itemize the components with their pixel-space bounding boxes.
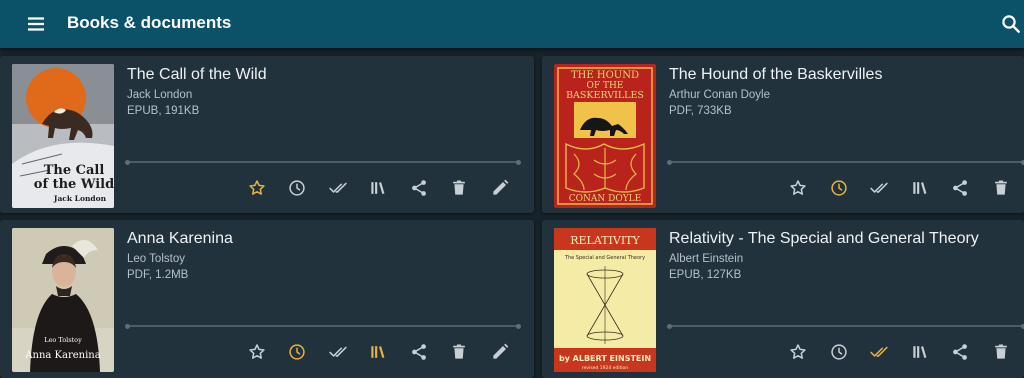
cover-author: Leo Tolstoy	[44, 336, 82, 344]
cover-author: Jack London	[53, 194, 107, 203]
double-check-icon[interactable]	[323, 173, 353, 203]
double-check-icon[interactable]	[864, 173, 894, 203]
page-title: Books & documents	[67, 13, 232, 32]
book-cover: Leo Tolstoy Anna Karenina	[12, 228, 114, 372]
cover-title: RELATIVITY	[570, 234, 640, 247]
pencil-icon[interactable]	[485, 173, 515, 203]
app-bar: Books & documents	[0, 0, 1024, 48]
book-file-info: PDF, 1.2MB	[127, 269, 189, 281]
trash-icon[interactable]	[444, 173, 474, 203]
book-title: The Hound of the Baskervilles	[669, 66, 883, 83]
book-card[interactable]: RELATIVITY The Special and General Theor…	[542, 220, 1024, 378]
share-icon[interactable]	[945, 337, 975, 367]
share-icon[interactable]	[404, 337, 434, 367]
cover-author: CONAN DOYLE	[569, 194, 641, 204]
book-title: Anna Karenina	[127, 230, 233, 247]
double-check-icon[interactable]	[864, 337, 894, 367]
library-icon[interactable]	[363, 173, 393, 203]
book-author: Leo Tolstoy	[127, 253, 185, 265]
book-cover: RELATIVITY The Special and General Theor…	[554, 228, 656, 372]
book-card[interactable]: The Call of the Wild Jack London The Cal…	[0, 56, 534, 213]
pencil-icon[interactable]	[485, 337, 515, 367]
reading-progress-bar[interactable]	[667, 159, 1024, 165]
book-cover: The Call of the Wild Jack London	[12, 64, 114, 208]
clock-icon[interactable]	[282, 173, 312, 203]
book-cover: THE HOUND OF THE BASKERVILLES CONAN DOYL…	[554, 64, 656, 208]
reading-progress-bar[interactable]	[125, 159, 521, 165]
cover-title-line2: of the Wild	[34, 177, 114, 192]
cover-author: by ALBERT EINSTEIN	[559, 354, 651, 363]
reading-progress-bar[interactable]	[667, 323, 1024, 329]
cover-title: Anna Karenina	[24, 350, 100, 361]
hamburger-menu-icon[interactable]	[24, 12, 48, 36]
book-file-info: EPUB, 191KB	[127, 105, 200, 117]
trash-icon[interactable]	[444, 337, 474, 367]
star-icon[interactable]	[783, 337, 813, 367]
double-check-icon[interactable]	[323, 337, 353, 367]
library-icon[interactable]	[905, 337, 935, 367]
trash-icon[interactable]	[986, 337, 1016, 367]
search-icon[interactable]	[998, 11, 1024, 37]
cover-title-line1: THE HOUND	[571, 70, 639, 81]
trash-icon[interactable]	[986, 173, 1016, 203]
share-icon[interactable]	[404, 173, 434, 203]
book-title: The Call of the Wild	[127, 66, 267, 83]
star-icon[interactable]	[242, 173, 272, 203]
book-author: Arthur Conan Doyle	[669, 89, 770, 101]
book-author: Jack London	[127, 89, 193, 101]
cover-edition: revised 1924 edition	[582, 365, 628, 371]
book-file-info: PDF, 733KB	[669, 105, 732, 117]
share-icon[interactable]	[945, 173, 975, 203]
cover-title-line3: BASKERVILLES	[566, 90, 644, 101]
clock-icon[interactable]	[824, 173, 854, 203]
book-file-info: EPUB, 127KB	[669, 269, 742, 281]
star-icon[interactable]	[783, 173, 813, 203]
book-card[interactable]: THE HOUND OF THE BASKERVILLES CONAN DOYL…	[542, 56, 1024, 213]
reading-progress-bar[interactable]	[125, 323, 521, 329]
book-grid: The Call of the Wild Jack London The Cal…	[0, 48, 1024, 378]
library-icon[interactable]	[363, 337, 393, 367]
star-icon[interactable]	[242, 337, 272, 367]
cover-subtitle: The Special and General Theory	[564, 255, 645, 261]
clock-icon[interactable]	[282, 337, 312, 367]
clock-icon[interactable]	[824, 337, 854, 367]
book-title: Relativity - The Special and General The…	[669, 230, 979, 247]
library-icon[interactable]	[905, 173, 935, 203]
book-author: Albert Einstein	[669, 253, 744, 265]
book-card[interactable]: Leo Tolstoy Anna Karenina Anna Karenina …	[0, 220, 534, 378]
cover-title-line1: The Call	[44, 163, 105, 178]
